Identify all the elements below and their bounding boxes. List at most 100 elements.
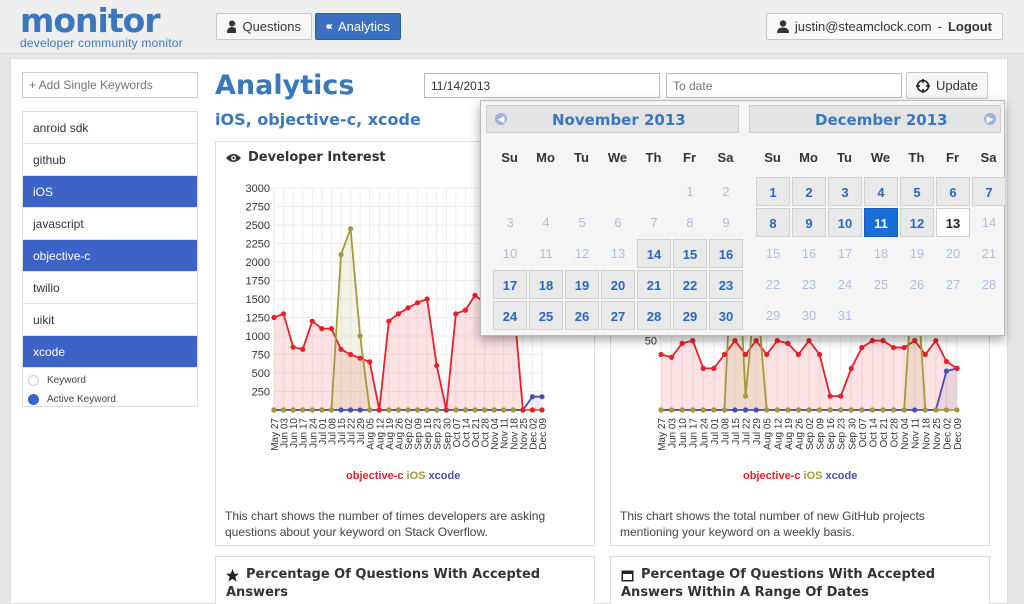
calendar-day[interactable]: 6 xyxy=(601,208,635,237)
calendar-day[interactable]: 17 xyxy=(493,270,527,299)
calendar-day[interactable]: 8 xyxy=(673,208,707,237)
keyword-item[interactable]: iOS xyxy=(23,176,197,208)
chevron-right-icon[interactable]: ▶ xyxy=(984,113,996,125)
from-date-input[interactable] xyxy=(424,73,660,98)
calendar-day[interactable]: 14 xyxy=(637,239,671,268)
calendar-day[interactable]: 2 xyxy=(709,177,743,206)
calendar-day[interactable]: 4 xyxy=(864,177,898,206)
y-tick-label: 50 xyxy=(645,336,657,348)
calendar-day[interactable]: 5 xyxy=(565,208,599,237)
calendar-day[interactable]: 20 xyxy=(936,239,970,268)
calendar-day[interactable]: 17 xyxy=(828,239,862,268)
calendar-day[interactable]: 28 xyxy=(637,301,671,330)
calendar-day[interactable]: 25 xyxy=(529,301,563,330)
calendar-day[interactable]: 23 xyxy=(709,270,743,299)
calendar-day[interactable]: 23 xyxy=(792,270,826,299)
user-account-button[interactable]: justin@steamclock.com - Logout xyxy=(765,13,1003,40)
keyword-item[interactable]: uikit xyxy=(23,304,197,336)
calendar-day[interactable]: 7 xyxy=(972,177,1006,206)
data-point xyxy=(319,407,325,413)
update-button[interactable]: Update xyxy=(906,72,988,99)
calendar-day[interactable]: 31 xyxy=(828,301,862,330)
calendar-day[interactable]: 21 xyxy=(972,239,1006,268)
logout-link[interactable]: Logout xyxy=(948,19,992,34)
calendar-day[interactable]: 30 xyxy=(709,301,743,330)
keyword-item[interactable]: javascript xyxy=(23,208,197,240)
data-point xyxy=(732,338,738,344)
questions-nav-button[interactable]: Questions xyxy=(216,13,312,40)
calendar-day[interactable]: 27 xyxy=(936,270,970,299)
calendar-day[interactable]: 14 xyxy=(972,208,1006,237)
calendar-day[interactable]: 11 xyxy=(864,208,898,237)
data-point xyxy=(668,354,675,360)
calendar-day[interactable]: 3 xyxy=(828,177,862,206)
to-date-input[interactable] xyxy=(666,73,902,98)
calendar-day[interactable]: 15 xyxy=(756,239,790,268)
calendar-day[interactable]: 29 xyxy=(756,301,790,330)
calendar-day[interactable]: 18 xyxy=(864,239,898,268)
calendar-day[interactable]: 29 xyxy=(673,301,707,330)
calendar-day[interactable]: 19 xyxy=(565,270,599,299)
calendar-day[interactable]: 22 xyxy=(756,270,790,299)
calendar-day[interactable]: 25 xyxy=(864,270,898,299)
calendar-day[interactable]: 13 xyxy=(601,239,635,268)
keyword-item[interactable]: github xyxy=(23,144,197,176)
calendar-day[interactable]: 13 xyxy=(936,208,970,237)
calendar-day[interactable]: 12 xyxy=(565,239,599,268)
calendar-day[interactable]: 30 xyxy=(792,301,826,330)
calendar-day[interactable]: 1 xyxy=(673,177,707,206)
calendar-dow-label: Fr xyxy=(946,150,959,165)
calendar-day[interactable]: 22 xyxy=(673,270,707,299)
calendar-day[interactable]: 12 xyxy=(900,208,934,237)
calendar-day[interactable]: 11 xyxy=(529,239,563,268)
calendar-day[interactable]: 15 xyxy=(673,239,707,268)
calendar-day[interactable]: 5 xyxy=(900,177,934,206)
calendar-day[interactable]: 4 xyxy=(529,208,563,237)
calendar-day[interactable]: 3 xyxy=(493,208,527,237)
calendar-day[interactable]: 9 xyxy=(792,208,826,237)
calendar-day[interactable]: 19 xyxy=(900,239,934,268)
add-keyword-input[interactable] xyxy=(22,72,198,98)
github-projects-description: This chart shows the total number of new… xyxy=(620,509,925,539)
calendar-day[interactable]: 28 xyxy=(972,270,1006,299)
calendar-day[interactable]: 26 xyxy=(900,270,934,299)
data-point xyxy=(943,358,950,365)
calendar-dow-label: Sa xyxy=(717,150,734,165)
calendar-day[interactable]: 8 xyxy=(756,208,790,237)
calendar-day[interactable]: 7 xyxy=(637,208,671,237)
chevron-left-icon[interactable]: ◀ xyxy=(495,113,507,125)
accepted-answers-header: Percentage Of Questions With Accepted Ans… xyxy=(216,557,594,604)
calendar-day[interactable]: 2 xyxy=(792,177,826,206)
calendar-day[interactable]: 26 xyxy=(565,301,599,330)
keyword-item[interactable]: objective-c xyxy=(23,240,197,272)
y-tick-label: 500 xyxy=(252,368,270,380)
calendar-day[interactable]: 10 xyxy=(493,239,527,268)
calendar-day[interactable]: 24 xyxy=(493,301,527,330)
calendar-day[interactable]: 10 xyxy=(828,208,862,237)
x-tick-label: Aug 26 xyxy=(794,418,805,450)
calendar-day[interactable]: 16 xyxy=(709,239,743,268)
calendar-day[interactable]: 24 xyxy=(828,270,862,299)
data-point xyxy=(424,407,430,413)
calendar-day[interactable]: 16 xyxy=(792,239,826,268)
keyword-item[interactable]: xcode xyxy=(23,336,197,368)
logo[interactable]: monitor developer community monitor xyxy=(20,4,183,50)
calendar-day[interactable]: 21 xyxy=(637,270,671,299)
calendar-day[interactable]: 18 xyxy=(529,270,563,299)
y-tick-label: 3000 xyxy=(246,183,270,195)
legend-ios: iOS xyxy=(406,470,426,482)
calendar-dow-label: Mo xyxy=(799,150,818,165)
keyword-item[interactable]: anroid sdk xyxy=(23,112,197,144)
calendar-day[interactable]: 9 xyxy=(709,208,743,237)
data-point xyxy=(357,407,363,413)
calendar-day[interactable]: 6 xyxy=(936,177,970,206)
data-point xyxy=(869,407,876,413)
keyword-item[interactable]: twilio xyxy=(23,272,197,304)
calendar-day[interactable]: 1 xyxy=(756,177,790,206)
calendar-day[interactable]: 20 xyxy=(601,270,635,299)
data-point xyxy=(529,407,536,413)
legend-keyword-label: Keyword xyxy=(47,375,86,386)
analytics-nav-button[interactable]: Analytics xyxy=(315,13,401,40)
calendar-day[interactable]: 27 xyxy=(601,301,635,330)
x-tick-label: Oct 14 xyxy=(868,418,879,448)
